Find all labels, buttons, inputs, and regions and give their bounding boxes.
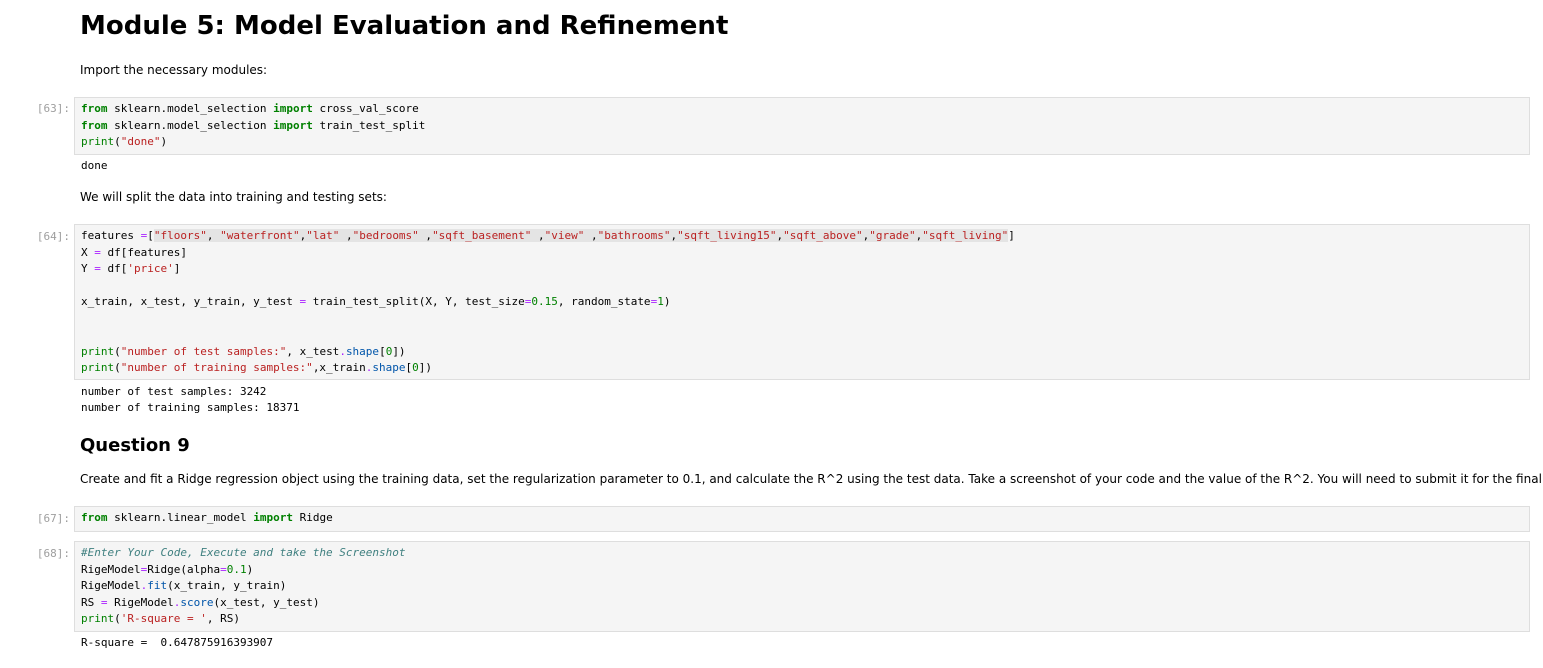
- question-heading: Question 9: [80, 435, 190, 456]
- code-line: x_train, x_test, y_train, y_test = train…: [81, 295, 671, 308]
- cell-output: R-square = 0.647875916393907: [81, 636, 274, 649]
- question-text: Create and fit a Ridge regression object…: [80, 472, 1543, 486]
- code-line: X = df[features]: [81, 245, 187, 259]
- code-cell-imports[interactable]: from sklearn.model_selection import cros…: [74, 97, 1530, 155]
- cell-prompt: [68]:: [36, 547, 70, 560]
- page-title: Module 5: Model Evaluation and Refinemen…: [80, 11, 729, 41]
- code-cell-split[interactable]: features =["floors", "waterfront","lat" …: [74, 224, 1530, 380]
- cell-prompt: [67]:: [36, 512, 70, 525]
- split-text: We will split the data into training and…: [80, 190, 387, 204]
- code-line: features =["floors", "waterfront","lat" …: [81, 229, 1015, 242]
- cell-prompt: [64]:: [36, 230, 70, 243]
- code-cell-ridge-fit[interactable]: #Enter Your Code, Execute and take the S…: [74, 541, 1530, 632]
- code-line: RigeModel=Ridge(alpha=0.1): [81, 562, 254, 576]
- cell-output: done: [81, 159, 108, 172]
- code-line: print('R-square = ', RS): [81, 612, 240, 625]
- code-line: RigeModel.fit(x_train, y_train): [81, 579, 287, 592]
- code-line: from sklearn.linear_model import Ridge: [81, 511, 333, 524]
- intro-text: Import the necessary modules:: [80, 63, 268, 77]
- cell-prompt: [63]:: [36, 102, 70, 115]
- code-cell-ridge-import[interactable]: from sklearn.linear_model import Ridge: [74, 506, 1530, 532]
- code-line: print("number of test samples:", x_test.…: [81, 344, 406, 358]
- code-line: RS = RigeModel.score(x_test, y_test): [81, 595, 320, 609]
- cell-output: number of training samples: 18371: [81, 401, 300, 414]
- code-line: Y = df['price']: [81, 262, 181, 275]
- code-line: print("number of training samples:",x_tr…: [81, 361, 433, 374]
- code-line: from sklearn.model_selection import cros…: [81, 102, 419, 115]
- code-line: #Enter Your Code, Execute and take the S…: [81, 546, 406, 559]
- code-line: from sklearn.model_selection import trai…: [81, 118, 426, 132]
- cell-output: number of test samples: 3242: [81, 385, 267, 398]
- code-line: print("done"): [81, 135, 168, 148]
